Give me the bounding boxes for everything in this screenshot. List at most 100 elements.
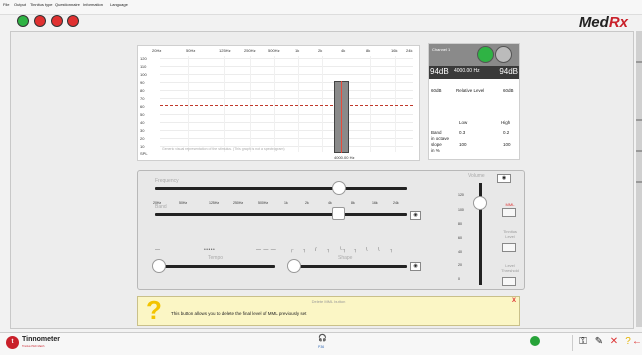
slope-high-value: 100 <box>503 142 511 147</box>
shape-icon-5[interactable]: └┐ <box>339 247 347 253</box>
tooltip-text: This button allows you to delete the fin… <box>171 311 307 316</box>
freq-tick: 250Hz <box>233 201 244 205</box>
shape-icon-7[interactable]: \ <box>366 247 368 253</box>
volume-tick: 100 <box>458 208 464 212</box>
frequency-readout: 4000.00 Hz <box>454 68 480 74</box>
menu-tinnitus-type[interactable]: Tinnitus type <box>30 2 53 7</box>
shape-icon-8[interactable]: \ <box>378 247 380 253</box>
menu-output[interactable]: Output <box>14 2 26 7</box>
volume-label: Volume <box>468 173 485 179</box>
red-button-1[interactable] <box>34 15 46 27</box>
help-tooltip: ? Delete MML button This button allows y… <box>137 295 520 326</box>
shape-icon-3[interactable]: / <box>315 247 317 253</box>
freq-label: 1k <box>295 48 300 53</box>
shape-icon-1[interactable]: ┌ <box>290 247 294 253</box>
close-icon[interactable]: X <box>512 298 516 304</box>
tinnitus-level-icon[interactable] <box>502 243 516 252</box>
mml-delete-icon[interactable] <box>502 208 516 217</box>
slope-row-label: slope <box>431 142 442 147</box>
shape-label: Shape <box>338 255 353 261</box>
menu-questionnaire[interactable]: Questionnaire <box>55 2 80 7</box>
low-header: Low <box>459 120 468 125</box>
level-threshold-label: Level Threshold <box>501 263 519 273</box>
band-eye-icon[interactable]: ◉ <box>410 211 421 220</box>
menu-language[interactable]: Language <box>110 2 128 7</box>
frequency-slider-knob[interactable] <box>331 181 346 195</box>
level-threshold-icon[interactable] <box>502 277 516 286</box>
db-label: 30 <box>140 128 145 133</box>
tempo-slider-knob[interactable] <box>151 259 166 273</box>
menu-information[interactable]: Information <box>83 2 103 7</box>
band-slider-knob[interactable] <box>332 207 346 220</box>
shape-icon-4[interactable]: ┐ <box>327 247 331 253</box>
volume-slider-knob[interactable] <box>473 196 487 211</box>
volume-eye-icon[interactable]: ◉ <box>497 174 511 183</box>
db-label: 60 <box>140 104 145 109</box>
reference-level-line <box>160 105 413 106</box>
stop-button[interactable] <box>495 46 512 63</box>
tempo-dotted-icon[interactable]: ••••• <box>204 247 215 253</box>
center-frequency-label: 4000.00 Hz <box>334 155 355 160</box>
volume-tick: 40 <box>458 250 462 254</box>
db-label: 40 <box>140 120 145 125</box>
menu-file[interactable]: File <box>3 2 9 7</box>
stimulus-spectrum-graph: 20Hz 50Hz 125Hz 250Hz 500Hz 1k 2k 4k 8k … <box>137 45 420 161</box>
tempo-dashed-icon[interactable]: — — — <box>256 247 276 253</box>
status-indicator <box>530 336 540 346</box>
freq-tick: 50Hz <box>179 201 188 205</box>
volume-tick: 120 <box>458 193 464 197</box>
back-icon[interactable]: ← <box>632 335 642 349</box>
freq-label: 16k <box>391 48 398 53</box>
db-label: 120 <box>140 56 147 61</box>
db-label: 90 <box>140 80 145 85</box>
shape-icon-2[interactable]: ┐ <box>303 247 307 253</box>
freq-tick: 500Hz <box>258 201 269 205</box>
freq-label: 8k <box>366 48 371 53</box>
freq-label: 20Hz <box>152 48 162 53</box>
left-level: 94dB <box>430 67 449 76</box>
shape-slider-track[interactable] <box>290 265 407 268</box>
band-row-label: Band <box>431 130 442 135</box>
relative-right: 60dB <box>503 88 514 93</box>
freq-tick: 8k <box>351 201 355 205</box>
freq-label: 250Hz <box>244 48 256 53</box>
tempo-continuous-icon[interactable]: — <box>155 247 161 253</box>
shape-slider-knob[interactable] <box>286 259 301 273</box>
stimulus-control-panel: Frequency 20Hz 50Hz 125Hz 250Hz 500Hz 1k… <box>137 170 525 290</box>
freq-tick: 16k <box>372 201 378 205</box>
red-button-2[interactable] <box>51 15 63 27</box>
medrx-logo: MedRx <box>578 14 628 31</box>
red-button-3[interactable] <box>67 15 79 27</box>
shape-icon-9[interactable]: ┐ <box>390 247 394 253</box>
octave-row-label: in octave <box>431 136 450 141</box>
frequency-slider-track[interactable] <box>155 187 407 190</box>
band-slider-track[interactable] <box>155 213 407 216</box>
headphone-icon[interactable]: 🎧 <box>318 334 327 342</box>
freq-tick: 125Hz <box>209 201 220 205</box>
tooltip-title: Delete MML button <box>311 299 346 304</box>
db-label: 100 <box>140 72 147 77</box>
volume-tick: 80 <box>458 222 462 226</box>
slope-unit-label: in % <box>431 148 440 153</box>
shape-eye-icon[interactable]: ◉ <box>410 262 421 271</box>
play-button[interactable] <box>477 46 494 63</box>
close-icon[interactable]: ✕ <box>607 335 621 349</box>
db-label: 50 <box>140 112 145 117</box>
freq-tick: 4k <box>328 201 332 205</box>
shape-icon-6[interactable]: ┐ <box>354 247 358 253</box>
channel-label: Channel 1 <box>432 47 451 52</box>
volume-tick: 20 <box>458 263 462 267</box>
freq-tick: 24k <box>393 201 399 205</box>
right-scroll-strip[interactable] <box>636 31 642 327</box>
brand-name: Tinnometer <box>22 336 60 343</box>
green-status-button[interactable] <box>17 15 29 27</box>
freq-label: 2k <box>318 48 323 53</box>
mml-label: MML <box>505 202 515 207</box>
pin-icon[interactable]: ✎ <box>592 335 606 349</box>
tempo-slider-track[interactable] <box>155 265 275 268</box>
tinnitus-level-label: Tinnitus Level <box>503 229 517 239</box>
freq-label: 50Hz <box>186 48 196 53</box>
level-display: 94dB 4000.00 Hz 94dB <box>429 66 519 79</box>
freq-label: 4k <box>341 48 346 53</box>
key-icon[interactable]: ⚿ <box>576 335 590 349</box>
